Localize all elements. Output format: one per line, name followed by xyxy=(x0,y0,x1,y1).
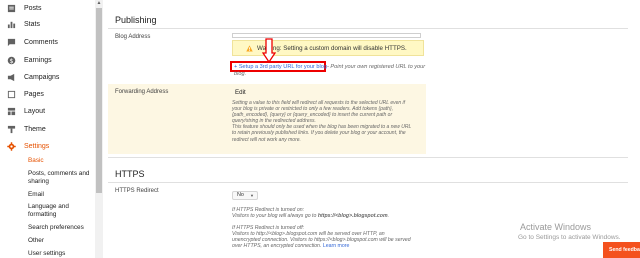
section-divider xyxy=(108,157,628,158)
activate-windows-subtext: Go to Settings to activate Windows. xyxy=(518,234,621,241)
chevron-down-icon: ▼ xyxy=(250,193,254,198)
sidebar-sub-email[interactable]: Email xyxy=(28,191,44,199)
setup-third-party-url-link[interactable]: + Setup a 3rd party URL for your blog xyxy=(234,64,327,70)
note-text: . xyxy=(387,213,390,219)
sidebar-item-settings[interactable]: Settings xyxy=(0,138,95,154)
gear-icon xyxy=(7,141,16,151)
blogger-settings-page: Posts Stats Comments $ Earnings Campaign… xyxy=(0,0,640,258)
comments-icon xyxy=(7,38,16,46)
sub-item-label: formatting xyxy=(28,211,57,218)
sidebar-item-label: Comments xyxy=(24,38,58,46)
section-divider xyxy=(108,182,628,183)
sidebar-scrollbar-thumb[interactable] xyxy=(96,8,102,193)
sidebar-item-label: Campaigns xyxy=(24,73,60,81)
earnings-icon: $ xyxy=(7,56,16,64)
forwarding-address-label: Forwarding Address xyxy=(115,89,169,95)
sidebar-item-label: Earnings xyxy=(24,56,52,64)
https-redirect-label: HTTPS Redirect xyxy=(115,188,159,194)
posts-icon xyxy=(7,4,16,12)
sidebar-sub-posts-comments[interactable]: Posts, comments and sharing xyxy=(28,170,89,186)
sidebar: Posts Stats Comments $ Earnings Campaign… xyxy=(0,0,103,258)
note-text: over HTTPS, an encrypted connection. xyxy=(232,243,323,249)
scroll-up-arrow-icon[interactable]: ▲ xyxy=(96,0,102,6)
sidebar-sub-other[interactable]: Other xyxy=(28,237,44,245)
https-off-detail-3: over HTTPS, an encrypted connection. Lea… xyxy=(232,243,349,249)
sidebar-item-label: Stats xyxy=(24,20,40,28)
svg-text:$: $ xyxy=(9,57,13,64)
sidebar-item-comments[interactable]: Comments xyxy=(0,34,95,50)
sub-item-label: Language and xyxy=(28,203,69,210)
sidebar-sub-basic[interactable]: Basic xyxy=(28,157,44,165)
annotation-arrow-icon xyxy=(262,38,276,63)
sidebar-item-theme[interactable]: Theme xyxy=(0,121,95,137)
warning-text: Warning: Setting a custom domain will di… xyxy=(257,44,407,52)
note-text: Visitors to your blog will always go to xyxy=(232,213,318,219)
sidebar-item-label: Theme xyxy=(24,125,46,133)
activate-windows-watermark: Activate Windows xyxy=(520,222,592,232)
blog-address-label: Blog Address xyxy=(115,34,151,40)
setup-url-hint-cont: blog. xyxy=(234,71,247,77)
forwarding-edit-link[interactable]: Edit xyxy=(235,89,246,96)
section-divider xyxy=(108,28,628,29)
sidebar-item-earnings[interactable]: $ Earnings xyxy=(0,52,95,68)
description-line: to retain previously published links. If… xyxy=(232,130,406,137)
publishing-section-title: Publishing xyxy=(115,15,157,25)
sidebar-sub-search-preferences[interactable]: Search preferences xyxy=(28,224,84,232)
sidebar-item-stats[interactable]: Stats xyxy=(0,16,95,32)
campaigns-icon xyxy=(7,73,15,81)
sidebar-item-posts[interactable]: Posts xyxy=(0,0,95,16)
send-feedback-button[interactable]: Send feedback xyxy=(603,242,640,258)
sub-item-label: sharing xyxy=(28,178,49,185)
https-redirect-select[interactable]: No ▼ xyxy=(232,191,258,200)
sidebar-sub-language[interactable]: Language and formatting xyxy=(28,203,69,219)
sidebar-item-label: Settings xyxy=(24,142,50,150)
sidebar-item-campaigns[interactable]: Campaigns xyxy=(0,69,95,85)
sidebar-item-label: Layout xyxy=(24,107,46,115)
setup-url-hint: - Point your own registered URL to your xyxy=(327,64,426,70)
sidebar-item-label: Pages xyxy=(24,90,44,98)
pages-icon xyxy=(7,90,16,98)
https-url: https://<blog>.blogspot.com xyxy=(317,213,388,219)
theme-icon xyxy=(7,125,16,133)
warning-icon xyxy=(246,44,253,51)
sidebar-item-pages[interactable]: Pages xyxy=(0,86,95,102)
sidebar-sub-user-settings[interactable]: User settings xyxy=(28,250,65,258)
sidebar-item-layout[interactable]: Layout xyxy=(0,103,95,119)
sub-item-label: Posts, comments and xyxy=(28,170,90,177)
layout-icon xyxy=(7,107,16,115)
forwarding-description: Setting a value to this field will redir… xyxy=(232,100,422,143)
blog-address-field[interactable] xyxy=(232,33,421,38)
sidebar-item-label: Posts xyxy=(24,4,42,12)
https-on-detail: Visitors to your blog will always go to … xyxy=(232,213,389,219)
description-line: redirect will not work any more. xyxy=(232,136,301,143)
select-value: No xyxy=(237,192,244,198)
learn-more-link[interactable]: Learn more xyxy=(323,243,350,249)
https-warning-banner: Warning: Setting a custom domain will di… xyxy=(232,40,424,56)
https-section-title: HTTPS xyxy=(115,169,145,179)
stats-icon xyxy=(7,21,16,28)
